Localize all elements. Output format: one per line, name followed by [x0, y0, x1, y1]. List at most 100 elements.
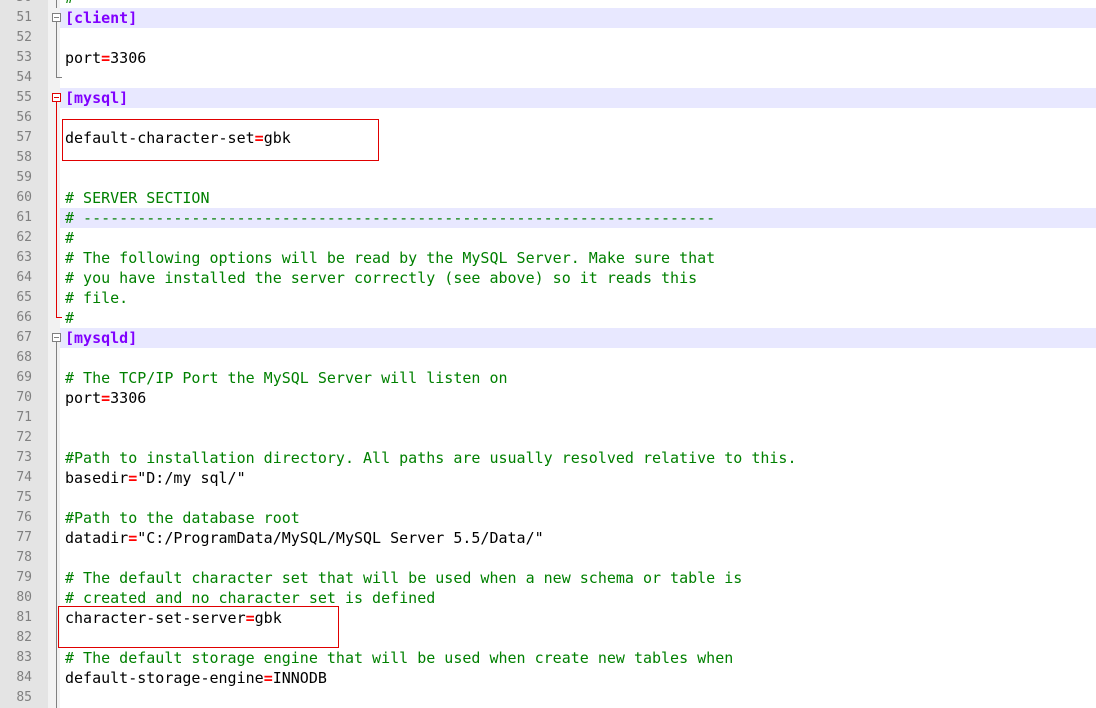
fold-guide [56, 128, 57, 148]
editor-line[interactable]: 77 datadir="C:/ProgramData/MySQL/MySQL Se… [0, 528, 1096, 548]
editor-line[interactable]: 51 [client] [0, 8, 1096, 28]
code-text[interactable]: port=3306 [65, 48, 146, 68]
editor-line[interactable]: 56 [0, 108, 1096, 128]
editor-line[interactable]: 62 # [0, 228, 1096, 248]
fold-guide [56, 428, 57, 448]
fold-guide [56, 388, 57, 408]
editor-line[interactable]: 73 #Path to installation directory. All p… [0, 448, 1096, 468]
editor-line[interactable]: 53 port=3306 [0, 48, 1096, 68]
line-number: 76 [16, 510, 32, 525]
line-number: 81 [16, 610, 32, 625]
fold-margin [48, 248, 60, 268]
editor-line[interactable]: 52 [0, 28, 1096, 48]
code-text[interactable]: # --------------------------------------… [65, 208, 715, 228]
editor-line[interactable]: 83 # The default storage engine that will… [0, 648, 1096, 668]
fold-margin [48, 688, 60, 708]
editor-line[interactable]: 68 [0, 348, 1096, 368]
editor-line[interactable]: 59 [0, 168, 1096, 188]
code-text[interactable]: character-set-server=gbk [65, 608, 282, 628]
line-number: 85 [16, 690, 32, 705]
code-text[interactable]: [mysql] [65, 88, 128, 108]
editor-line[interactable]: 85 [0, 688, 1096, 708]
code-text[interactable]: # The default character set that will be… [65, 568, 742, 588]
editor-line[interactable]: 70 port=3306 [0, 388, 1096, 408]
line-number: 70 [16, 390, 32, 405]
fold-guide [56, 288, 57, 308]
line-number: 62 [16, 230, 32, 245]
fold-margin [48, 548, 60, 568]
editor-line[interactable]: 82 [0, 628, 1096, 648]
fold-guide [56, 228, 57, 248]
fold-margin [48, 188, 60, 208]
fold-guide [56, 108, 57, 128]
code-text[interactable]: # [65, 0, 74, 8]
code-text[interactable]: [mysqld] [65, 328, 137, 348]
fold-guide [56, 588, 57, 608]
code-text[interactable]: # SERVER SECTION [65, 188, 210, 208]
section-header: [client] [65, 9, 138, 27]
line-number-gutter: 63 [0, 248, 48, 268]
editor-line[interactable]: 74 basedir="D:/my sql/" [0, 468, 1096, 488]
editor-line[interactable]: 58 [0, 148, 1096, 168]
code-text[interactable]: datadir="C:/ProgramData/MySQL/MySQL Serv… [65, 528, 544, 548]
code-text[interactable]: # created and no character set is define… [65, 588, 435, 608]
editor-line[interactable]: 72 [0, 428, 1096, 448]
line-number: 77 [16, 530, 32, 545]
editor-line[interactable]: 64 # you have installed the server correc… [0, 268, 1096, 288]
code-text[interactable]: [client] [65, 8, 137, 28]
code-text[interactable]: # file. [65, 288, 128, 308]
editor-line[interactable]: 65 # file. [0, 288, 1096, 308]
fold-margin [48, 48, 60, 68]
code-text[interactable]: port=3306 [65, 388, 146, 408]
editor-line[interactable]: 57 default-character-set=gbk [0, 128, 1096, 148]
code-text[interactable]: basedir="D:/my sql/" [65, 468, 246, 488]
fold-guide [56, 408, 57, 428]
code-text[interactable]: default-character-set=gbk [65, 128, 291, 148]
line-number-gutter: 68 [0, 348, 48, 368]
editor-line[interactable]: 54 [0, 68, 1096, 88]
line-number: 67 [16, 330, 32, 345]
line-number-gutter: 75 [0, 488, 48, 508]
line-number-gutter: 64 [0, 268, 48, 288]
editor-line[interactable]: 84 default-storage-engine=INNODB [0, 668, 1096, 688]
code-text[interactable]: # The TCP/IP Port the MySQL Server will … [65, 368, 508, 388]
editor-line[interactable]: 61 # ------------------------------------… [0, 208, 1096, 228]
editor-line[interactable]: 79 # The default character set that will … [0, 568, 1096, 588]
editor-line[interactable]: 76 #Path to the database root [0, 508, 1096, 528]
config-value: 3306 [110, 389, 147, 407]
code-text[interactable]: #Path to the database root [65, 508, 300, 528]
line-number: 80 [16, 590, 32, 605]
editor-line[interactable]: 66 # [0, 308, 1096, 328]
editor-line[interactable]: 80 # created and no character set is defi… [0, 588, 1096, 608]
fold-toggle-icon[interactable] [52, 13, 61, 22]
editor-line[interactable]: 67 [mysqld] [0, 328, 1096, 348]
line-number-gutter: 70 [0, 388, 48, 408]
line-number-gutter: 59 [0, 168, 48, 188]
editor-line[interactable]: 69 # The TCP/IP Port the MySQL Server wil… [0, 368, 1096, 388]
editor-line[interactable]: 55 [mysql] [0, 88, 1096, 108]
editor-line[interactable]: 60 # SERVER SECTION [0, 188, 1096, 208]
code-text[interactable]: # The following options will be read by … [65, 248, 715, 268]
code-text[interactable]: # [65, 308, 74, 328]
code-text[interactable]: # you have installed the server correctl… [65, 268, 697, 288]
equals-operator: = [101, 49, 111, 67]
config-key: port [65, 389, 102, 407]
code-text[interactable]: default-storage-engine=INNODB [65, 668, 327, 688]
comment-text: # you have installed the server correctl… [65, 269, 698, 287]
fold-margin [48, 488, 60, 508]
line-number: 60 [16, 190, 32, 205]
editor-line[interactable]: 75 [0, 488, 1096, 508]
fold-guide [56, 28, 57, 48]
code-editor[interactable]: 50#51[client]5253port=33065455[mysql]565… [0, 0, 1096, 708]
code-text[interactable]: # The default storage engine that will b… [65, 648, 733, 668]
editor-line[interactable]: 78 [0, 548, 1096, 568]
code-text[interactable]: # [65, 228, 74, 248]
line-number-gutter: 84 [0, 668, 48, 688]
editor-line[interactable]: 81 character-set-server=gbk [0, 608, 1096, 628]
editor-line[interactable]: 71 [0, 408, 1096, 428]
editor-line[interactable]: 63 # The following options will be read b… [0, 248, 1096, 268]
code-text[interactable]: #Path to installation directory. All pat… [65, 448, 797, 468]
fold-toggle-icon[interactable] [52, 333, 61, 342]
editor-line[interactable]: 50 # [0, 0, 1096, 8]
fold-toggle-icon[interactable] [52, 93, 61, 102]
